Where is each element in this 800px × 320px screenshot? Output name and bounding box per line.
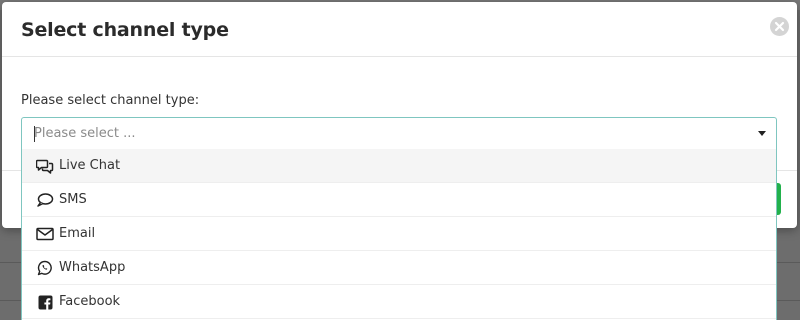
option-label: WhatsApp — [59, 260, 126, 275]
whatsapp-icon — [36, 259, 54, 277]
modal-title: Select channel type — [21, 19, 229, 41]
close-button[interactable] — [770, 17, 789, 36]
option-label: Email — [59, 226, 96, 241]
chevron-down-icon[interactable] — [758, 131, 766, 136]
facebook-icon — [36, 293, 54, 311]
option-label: Live Chat — [59, 158, 121, 173]
option-facebook[interactable]: Facebook — [22, 285, 776, 319]
option-label: Facebook — [59, 294, 121, 309]
option-label: SMS — [59, 192, 87, 207]
modal-header: Select channel type — [2, 2, 797, 57]
live-chat-icon — [36, 157, 54, 175]
channel-type-search-input[interactable] — [22, 118, 752, 149]
channel-type-dropdown: Live Chat SMS Email WhatsApp Facebook — [21, 149, 777, 320]
option-whatsapp[interactable]: WhatsApp — [22, 251, 776, 285]
option-sms[interactable]: SMS — [22, 183, 776, 217]
text-cursor — [34, 126, 35, 142]
option-email[interactable]: Email — [22, 217, 776, 251]
channel-type-label: Please select channel type: — [21, 93, 200, 108]
email-envelope-icon — [36, 225, 54, 243]
sms-bubble-icon — [36, 191, 54, 209]
option-live-chat[interactable]: Live Chat — [22, 149, 776, 183]
channel-type-select[interactable] — [21, 117, 777, 149]
close-icon — [774, 21, 785, 32]
